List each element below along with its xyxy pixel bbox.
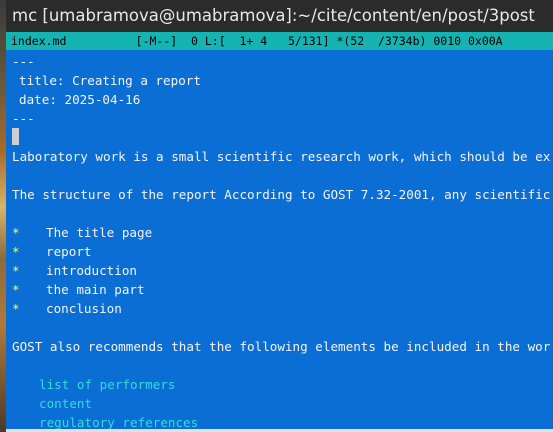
- front-matter-title: title: Creating a report: [19, 73, 201, 88]
- bullet-item: conclusion: [46, 301, 122, 316]
- paragraph-report-structure: The structure of the report According to…: [12, 187, 553, 202]
- bullet-item: introduction: [46, 263, 137, 278]
- bullet-item: The title page: [46, 225, 153, 240]
- bullet-item: the main part: [46, 282, 145, 297]
- status-info: 0 L:[ 1+ 4 5/131] *(52 /3734b) 0010 0x00…: [191, 34, 503, 48]
- window-titlebar[interactable]: mc [umabramova@umabramova]:~/cite/conten…: [6, 0, 553, 32]
- screen: mc [umabramova@umabramova]:~/cite/conten…: [0, 0, 553, 432]
- front-matter-date: date: 2025-04-16: [19, 92, 141, 107]
- status-mode: [-M--]: [135, 34, 178, 48]
- status-filename: index.md: [11, 34, 67, 48]
- paragraph-gost-recommends: GOST also recommends that the following …: [12, 339, 553, 354]
- sub-list-item: content: [39, 396, 93, 411]
- bullet-marker: *: [12, 263, 20, 278]
- editor-status-bar: index.md [-M--] 0 L:[ 1+ 4 5/131] *(52 /…: [6, 32, 553, 50]
- bullet-marker: *: [12, 301, 20, 316]
- paragraph-laboratory-work: Laboratory work is a small scientific re…: [12, 149, 553, 164]
- front-matter-open: ---: [12, 54, 35, 69]
- bullet-marker: *: [12, 225, 20, 240]
- text-cursor: [12, 128, 19, 145]
- front-matter-close: ---: [12, 111, 35, 126]
- sub-list-item: list of performers: [39, 377, 176, 392]
- bullet-marker: *: [12, 244, 20, 259]
- bullet-item: report: [46, 244, 92, 259]
- terminal-window[interactable]: mc [umabramova@umabramova]:~/cite/conten…: [6, 0, 553, 432]
- window-title: mc [umabramova@umabramova]:~/cite/conten…: [12, 6, 535, 25]
- editor-text-area[interactable]: --- title: Creating a report date: 2025-…: [6, 50, 553, 432]
- bullet-marker: *: [12, 282, 20, 297]
